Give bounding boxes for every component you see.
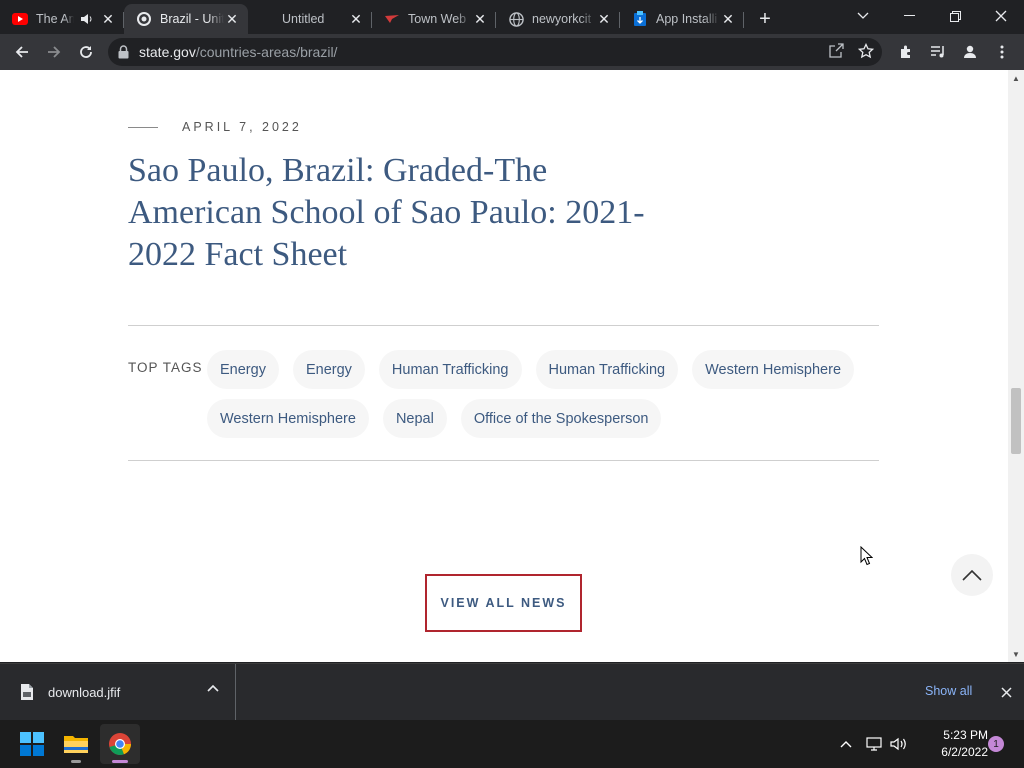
tab-app-installer[interactable]: App Installi ✕ bbox=[620, 4, 744, 34]
download-filename: download.jfif bbox=[48, 684, 121, 700]
folder-icon bbox=[64, 736, 88, 753]
extensions-icon[interactable] bbox=[890, 36, 922, 68]
app-running-indicator bbox=[71, 760, 81, 763]
tag-nepal[interactable]: Nepal bbox=[382, 399, 447, 438]
page-viewport: APRIL 7, 2022 Sao Paulo, Brazil: Graded-… bbox=[0, 70, 1008, 662]
tray-overflow-chevron-icon[interactable] bbox=[840, 740, 852, 748]
mouse-cursor-icon bbox=[860, 545, 874, 571]
tag-human-trafficking[interactable]: Human Trafficking bbox=[535, 350, 679, 389]
tag-western-hemisphere[interactable]: Western Hemisphere bbox=[207, 399, 369, 438]
tag-energy[interactable]: Energy bbox=[292, 350, 365, 389]
tab-search-icon[interactable] bbox=[840, 0, 886, 32]
taskbar-clock[interactable]: 5:23 PM 6/2/2022 bbox=[920, 727, 988, 761]
close-icon[interactable]: ✕ bbox=[596, 11, 612, 27]
close-icon[interactable]: ✕ bbox=[720, 11, 736, 27]
scroll-up-arrow-icon[interactable]: ▲ bbox=[1008, 72, 1024, 84]
scroll-down-arrow-icon[interactable]: ▼ bbox=[1008, 648, 1024, 660]
tab-youtube[interactable]: The Am ✕ bbox=[0, 4, 124, 34]
back-to-top-button[interactable] bbox=[951, 554, 993, 596]
browser-toolbar: state.gov/countries-areas/brazil/ bbox=[0, 34, 1024, 70]
tag-human-trafficking[interactable]: Human Trafficking bbox=[378, 350, 522, 389]
clock-date: 6/2/2022 bbox=[941, 745, 988, 759]
tab-brazil[interactable]: Brazil - Unit ✕ bbox=[124, 4, 248, 34]
tab-title: Brazil - Unit bbox=[160, 12, 224, 26]
close-icon[interactable]: ✕ bbox=[348, 11, 364, 27]
state-dept-seal-icon bbox=[136, 11, 152, 27]
network-icon[interactable] bbox=[866, 737, 882, 751]
close-icon[interactable]: ✕ bbox=[224, 11, 240, 27]
windows-logo-icon bbox=[20, 732, 44, 756]
url-path: /countries-areas/brazil/ bbox=[195, 44, 338, 60]
chevron-up-icon[interactable] bbox=[207, 684, 219, 692]
tab-title: newyorkcit bbox=[532, 12, 592, 26]
file-icon bbox=[21, 684, 33, 700]
close-icon[interactable]: ✕ bbox=[472, 11, 488, 27]
youtube-icon bbox=[12, 11, 28, 27]
tab-title: App Installi bbox=[656, 12, 718, 26]
app-installer-icon bbox=[632, 11, 648, 27]
tag-western-hemisphere[interactable]: Western Hemisphere bbox=[692, 350, 855, 389]
scrollbar-thumb[interactable] bbox=[1011, 388, 1021, 454]
file-explorer-button[interactable] bbox=[56, 724, 96, 764]
show-all-downloads-link[interactable]: Show all bbox=[925, 684, 972, 698]
back-button[interactable] bbox=[6, 36, 38, 68]
address-bar[interactable]: state.gov/countries-areas/brazil/ bbox=[108, 38, 882, 66]
speaker-icon[interactable] bbox=[80, 12, 94, 26]
download-bar: download.jfif Show all bbox=[0, 663, 1024, 720]
close-icon[interactable]: ✕ bbox=[100, 11, 116, 27]
system-tray bbox=[840, 720, 908, 768]
page-scrollbar[interactable]: ▲ ▼ bbox=[1008, 70, 1024, 662]
tag-energy[interactable]: Energy bbox=[207, 350, 279, 389]
chevron-up-icon bbox=[962, 569, 982, 581]
tab-town-web[interactable]: Town Web ✕ bbox=[372, 4, 496, 34]
tab-newyorkcity[interactable]: newyorkcit ✕ bbox=[496, 4, 620, 34]
chrome-icon bbox=[109, 733, 132, 756]
notification-badge[interactable]: 1 bbox=[988, 736, 1004, 752]
view-all-news-button[interactable]: VIEW ALL NEWS bbox=[425, 574, 582, 632]
bookmark-star-icon[interactable] bbox=[857, 42, 875, 62]
article-date: APRIL 7, 2022 bbox=[182, 120, 302, 134]
media-control-icon[interactable] bbox=[922, 36, 954, 68]
tab-title: Untitled bbox=[282, 12, 325, 26]
close-download-bar-icon[interactable] bbox=[996, 682, 1016, 702]
share-icon[interactable] bbox=[829, 43, 844, 61]
tab-title: Town Web bbox=[408, 12, 467, 26]
close-window-button[interactable] bbox=[978, 0, 1024, 32]
restore-button[interactable] bbox=[932, 0, 978, 32]
tab-title: The Am bbox=[36, 12, 74, 26]
bird-icon bbox=[384, 11, 400, 27]
reload-button[interactable] bbox=[70, 36, 102, 68]
forward-button[interactable] bbox=[38, 36, 70, 68]
menu-kebab-icon[interactable] bbox=[986, 36, 1018, 68]
volume-icon[interactable] bbox=[890, 737, 908, 751]
tab-separator bbox=[743, 12, 744, 28]
start-button[interactable] bbox=[12, 724, 52, 764]
divider bbox=[128, 460, 879, 461]
article-date-row: APRIL 7, 2022 bbox=[128, 120, 302, 134]
tag-list: Energy Energy Human Trafficking Human Tr… bbox=[207, 350, 867, 438]
top-tags-label: TOP TAGS bbox=[128, 360, 203, 375]
profile-avatar-icon[interactable] bbox=[954, 36, 986, 68]
minimize-button[interactable] bbox=[886, 0, 932, 32]
chrome-taskbar-button[interactable] bbox=[100, 724, 140, 764]
tab-untitled[interactable]: Untitled ✕ bbox=[248, 4, 372, 34]
divider bbox=[128, 325, 879, 326]
new-tab-button[interactable]: + bbox=[750, 4, 780, 34]
url-host: state.gov bbox=[139, 44, 196, 60]
clock-time: 5:23 PM bbox=[943, 728, 988, 742]
globe-icon bbox=[508, 11, 524, 27]
windows-taskbar: 5:23 PM 6/2/2022 1 bbox=[0, 720, 1024, 768]
download-item[interactable]: download.jfif bbox=[0, 664, 236, 720]
app-active-indicator bbox=[112, 760, 128, 763]
date-rule bbox=[128, 126, 158, 128]
lock-icon[interactable] bbox=[118, 45, 129, 59]
article-title-link[interactable]: Sao Paulo, Brazil: Graded-The American S… bbox=[128, 150, 648, 276]
tag-office-of-the-spokesperson[interactable]: Office of the Spokesperson bbox=[460, 399, 662, 438]
